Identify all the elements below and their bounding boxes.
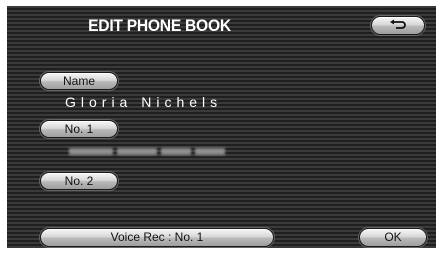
number-2-button[interactable]: No. 2 [40, 172, 118, 190]
ok-button[interactable]: OK [359, 228, 427, 247]
edit-phone-book-screen: EDIT PHONE BOOK Name Gloria Nichels No. … [7, 6, 436, 248]
back-button[interactable] [371, 16, 425, 35]
voice-rec-button[interactable]: Voice Rec : No. 1 [40, 228, 274, 247]
name-button[interactable]: Name [40, 72, 118, 90]
page-title: EDIT PHONE BOOK [88, 16, 231, 35]
number-1-button[interactable]: No. 1 [40, 120, 118, 138]
return-arrow-icon [390, 19, 406, 29]
name-value: Gloria Nichels [65, 94, 223, 110]
number-1-value-blurred [69, 148, 229, 156]
